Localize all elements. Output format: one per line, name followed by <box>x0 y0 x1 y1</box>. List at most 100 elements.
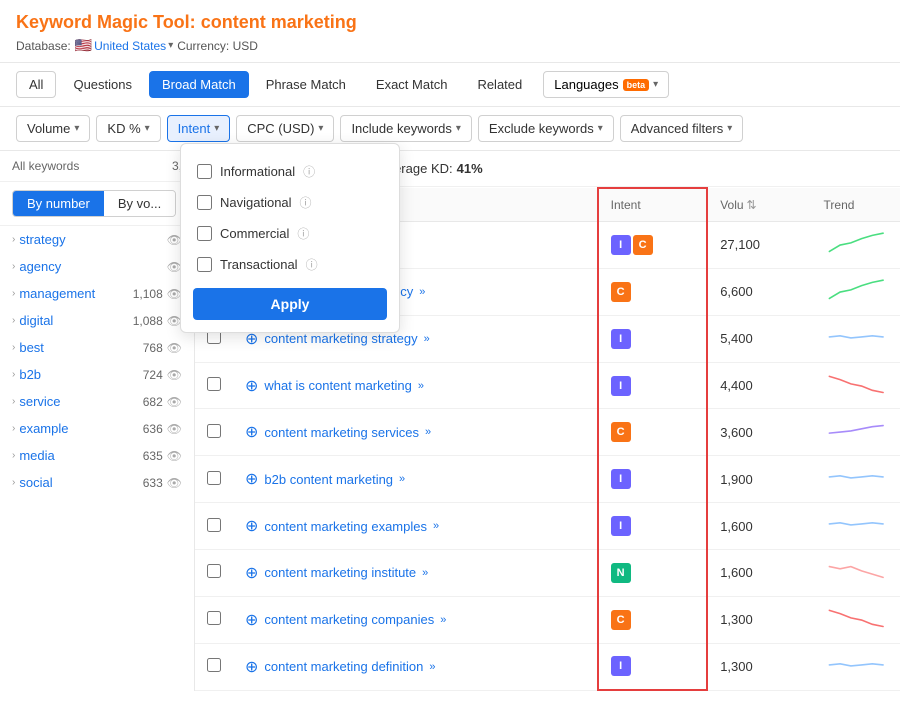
add-keyword-icon[interactable]: ⊕ <box>245 469 258 489</box>
tab-all[interactable]: All <box>16 71 56 98</box>
intent-navigational-option[interactable]: Navigational ⓘ <box>193 187 387 218</box>
trend-cell <box>812 596 900 643</box>
trend-cell <box>812 409 900 456</box>
table-row: ⊕ content marketing examples » I 1,600 <box>195 503 900 550</box>
include-keywords-filter[interactable]: Include keywords ▾ <box>340 115 471 142</box>
intent-badge-n: N <box>611 563 631 583</box>
eye-icon[interactable]: 👁 <box>167 368 182 382</box>
page-title: Keyword Magic Tool: content marketing <box>16 12 884 33</box>
intent-cell: C <box>598 596 708 643</box>
intent-cell: I <box>598 643 708 690</box>
row-checkbox[interactable] <box>207 564 221 578</box>
intent-badge-i: I <box>611 469 631 489</box>
transactional-checkbox[interactable] <box>197 257 212 272</box>
table-row: ⊕ b2b content marketing » I 1,900 <box>195 456 900 503</box>
tab-exact-match[interactable]: Exact Match <box>363 71 461 98</box>
keyword-link[interactable]: what is content marketing <box>264 378 411 393</box>
sidebar-item[interactable]: › best 768 👁 <box>0 334 194 361</box>
sidebar-item[interactable]: › agency 👁 <box>0 253 194 280</box>
intent-cell: I <box>598 503 708 550</box>
sidebar-item[interactable]: › example 636 👁 <box>0 415 194 442</box>
intent-badge-c: C <box>611 422 631 442</box>
volume-column-header[interactable]: Volu⇅ <box>707 188 811 222</box>
eye-icon[interactable]: 👁 <box>167 449 182 463</box>
sidebar-item[interactable]: › management 1,108 👁 <box>0 280 194 307</box>
row-checkbox[interactable] <box>207 518 221 532</box>
keyword-cell: ⊕ content marketing services » <box>233 409 598 456</box>
keyword-link[interactable]: content marketing examples <box>264 519 427 534</box>
intent-cell: N <box>598 550 708 597</box>
info-icon-trans: ⓘ <box>306 256 318 273</box>
keyword-cell: ⊕ b2b content marketing » <box>233 456 598 503</box>
volume-cell: 1,900 <box>707 456 811 503</box>
intent-badge-i: I <box>611 656 631 676</box>
navigational-checkbox[interactable] <box>197 195 212 210</box>
intent-commercial-option[interactable]: Commercial ⓘ <box>193 218 387 249</box>
keyword-cell: ⊕ content marketing examples » <box>233 503 598 550</box>
eye-icon[interactable]: 👁 <box>167 341 182 355</box>
row-checkbox[interactable] <box>207 424 221 438</box>
add-keyword-icon[interactable]: ⊕ <box>245 563 258 583</box>
table-row: ⊕ content marketing services » C 3,600 <box>195 409 900 456</box>
keyword-arrows: » <box>419 286 425 298</box>
row-checkbox[interactable] <box>207 611 221 625</box>
info-icon-com: ⓘ <box>297 225 309 242</box>
keyword-link[interactable]: b2b content marketing <box>264 472 393 487</box>
add-keyword-icon[interactable]: ⊕ <box>245 422 258 442</box>
row-checkbox[interactable] <box>207 471 221 485</box>
by-value-button[interactable]: By vo... <box>104 191 175 216</box>
sidebar-item[interactable]: › service 682 👁 <box>0 388 194 415</box>
keyword-link[interactable]: content marketing strategy <box>264 331 417 346</box>
exclude-keywords-filter[interactable]: Exclude keywords ▾ <box>478 115 614 142</box>
table-row: ⊕ content marketing companies » C 1,300 <box>195 596 900 643</box>
tab-broad-match[interactable]: Broad Match <box>149 71 249 98</box>
intent-filter[interactable]: Intent ▾ <box>167 115 231 142</box>
intent-badge-c: C <box>611 610 631 630</box>
sidebar-item[interactable]: › social 633 👁 <box>0 469 194 496</box>
add-keyword-icon[interactable]: ⊕ <box>245 610 258 630</box>
row-checkbox[interactable] <box>207 658 221 672</box>
add-keyword-icon[interactable]: ⊕ <box>245 516 258 536</box>
content-area: All keywords 3, By number By vo... › str… <box>0 151 900 691</box>
sidebar-item[interactable]: › strategy 👁 <box>0 226 194 253</box>
database-selector[interactable]: 🇺🇸 United States ▾ <box>75 37 174 54</box>
by-number-button[interactable]: By number <box>13 191 104 216</box>
keyword-link[interactable]: content marketing institute <box>264 565 416 580</box>
eye-icon[interactable]: 👁 <box>167 395 182 409</box>
keyword-link[interactable]: content marketing definition <box>264 659 423 674</box>
keyword-link[interactable]: content marketing services <box>264 425 419 440</box>
tool-name: Keyword Magic Tool: <box>16 12 196 32</box>
advanced-filters-button[interactable]: Advanced filters ▾ <box>620 115 744 142</box>
sidebar-item[interactable]: › b2b 724 👁 <box>0 361 194 388</box>
commercial-checkbox[interactable] <box>197 226 212 241</box>
volume-cell: 27,100 <box>707 222 811 269</box>
intent-cell: IC <box>598 222 708 269</box>
eye-icon[interactable]: 👁 <box>167 422 182 436</box>
volume-cell: 1,600 <box>707 550 811 597</box>
kd-filter[interactable]: KD % ▾ <box>96 115 160 142</box>
add-keyword-icon[interactable]: ⊕ <box>245 376 258 396</box>
row-checkbox[interactable] <box>207 377 221 391</box>
intent-column-header[interactable]: Intent <box>598 188 708 222</box>
row-checkbox-cell <box>195 596 233 643</box>
tab-related[interactable]: Related <box>464 71 535 98</box>
tab-questions[interactable]: Questions <box>60 71 145 98</box>
languages-button[interactable]: Languages beta ▾ <box>543 71 669 98</box>
keyword-link[interactable]: content marketing companies <box>264 612 434 627</box>
sidebar-item[interactable]: › media 635 👁 <box>0 442 194 469</box>
sidebar-item[interactable]: › digital 1,088 👁 <box>0 307 194 334</box>
trend-cell <box>812 315 900 362</box>
apply-button[interactable]: Apply <box>193 288 387 320</box>
keyword-arrows: » <box>440 614 446 626</box>
intent-informational-option[interactable]: Informational ⓘ <box>193 156 387 187</box>
intent-transactional-option[interactable]: Transactional ⓘ <box>193 249 387 280</box>
row-checkbox-cell <box>195 643 233 690</box>
tab-phrase-match[interactable]: Phrase Match <box>253 71 359 98</box>
eye-icon[interactable]: 👁 <box>167 476 182 490</box>
keyword-arrows: » <box>418 380 424 392</box>
add-keyword-icon[interactable]: ⊕ <box>245 657 258 677</box>
volume-filter[interactable]: Volume ▾ <box>16 115 90 142</box>
cpc-filter[interactable]: CPC (USD) ▾ <box>236 115 334 142</box>
trend-column-header[interactable]: Trend <box>812 188 900 222</box>
informational-checkbox[interactable] <box>197 164 212 179</box>
